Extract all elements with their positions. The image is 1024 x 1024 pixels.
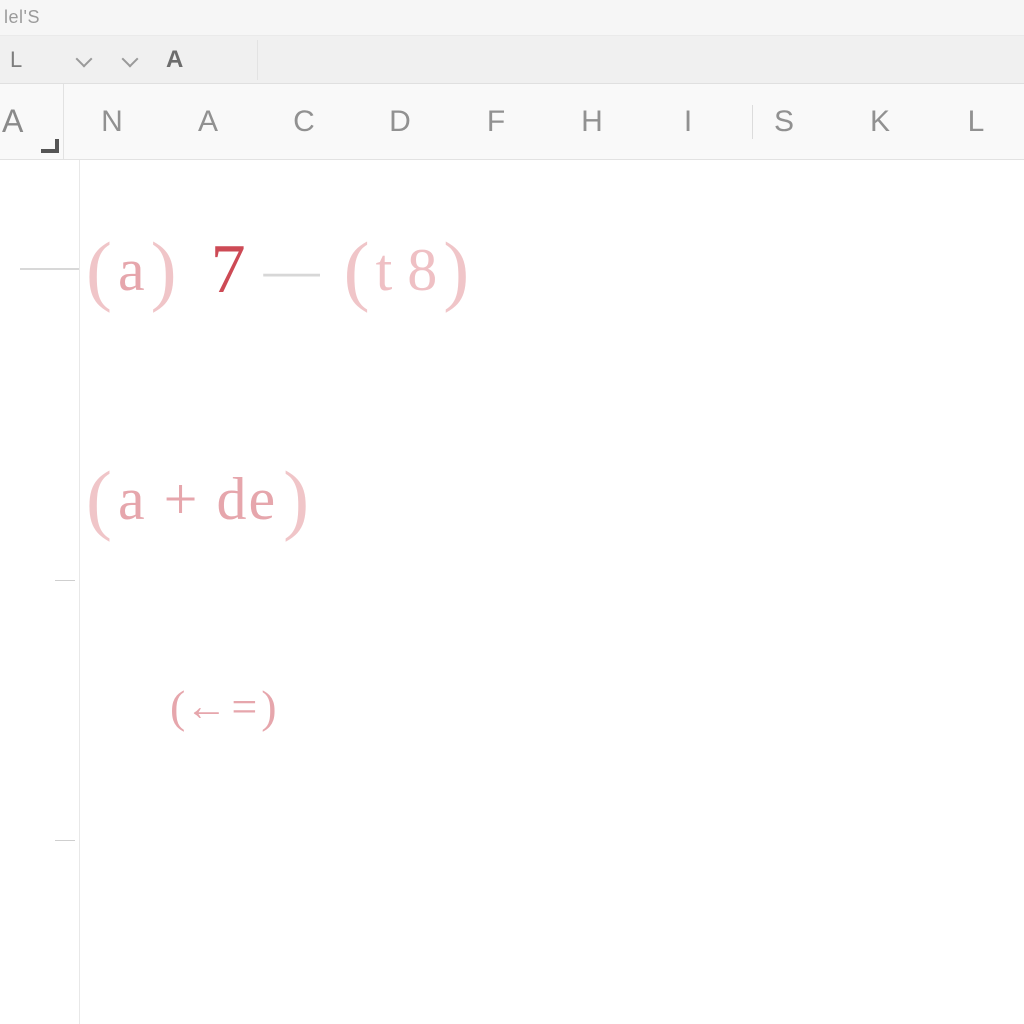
guide-line: [20, 268, 79, 270]
chevron-down-icon[interactable]: [74, 49, 96, 71]
column-header[interactable]: H: [544, 105, 640, 139]
column-header[interactable]: K: [832, 105, 928, 139]
toolbar-separator: [257, 40, 258, 80]
column-header[interactable]: D: [352, 105, 448, 139]
equation-line-2[interactable]: ( a + de ): [80, 460, 315, 538]
column-headers: N A C D F H I S K L: [64, 105, 1024, 139]
expression-a-plus-de: a + de: [118, 465, 277, 534]
corner-label: A: [2, 103, 23, 140]
left-ruler: [0, 160, 80, 1024]
column-header[interactable]: L: [928, 105, 1024, 139]
page-canvas[interactable]: ( a ) 7 — ( t 8 ) ( a + de ) ( ← = ): [0, 160, 1024, 1024]
ruler-tick: [55, 840, 75, 841]
equals-sign: =: [227, 680, 261, 733]
open-paren: (: [170, 680, 185, 733]
term-t8: t 8: [376, 236, 438, 305]
close-paren: ): [437, 231, 475, 309]
column-divider: [752, 105, 753, 139]
close-paren: ): [145, 231, 183, 309]
variable-a: a: [118, 236, 145, 305]
open-paren: (: [80, 231, 118, 309]
title-text: lel'S: [4, 7, 40, 28]
open-paren: (: [338, 231, 376, 309]
font-format-icon[interactable]: A: [166, 46, 183, 74]
close-paren: ): [261, 680, 276, 733]
corner-selector-icon: [41, 139, 59, 153]
number-seven: 7: [211, 230, 246, 310]
equation-line-3[interactable]: ( ← = ): [170, 680, 277, 733]
equation-line-1[interactable]: ( a ) 7 — ( t 8 ): [80, 230, 475, 310]
chevron-down-icon[interactable]: [120, 49, 142, 71]
document-content[interactable]: ( a ) 7 — ( t 8 ) ( a + de ) ( ← = ): [80, 160, 1024, 1024]
ruler-tick: [55, 580, 75, 581]
column-header[interactable]: S: [736, 105, 832, 139]
left-arrow-icon: ←: [185, 683, 227, 731]
column-header[interactable]: F: [448, 105, 544, 139]
header-corner[interactable]: A: [0, 84, 64, 159]
column-header-row: A N A C D F H I S K L: [0, 84, 1024, 160]
title-bar: lel'S: [0, 0, 1024, 36]
close-paren: ): [277, 460, 315, 538]
column-header[interactable]: C: [256, 105, 352, 139]
column-header[interactable]: I: [640, 105, 736, 139]
ribbon-toolbar: L A: [0, 36, 1024, 84]
toolbar-label: L: [10, 47, 50, 73]
column-header[interactable]: A: [160, 105, 256, 139]
column-header[interactable]: N: [64, 105, 160, 139]
minus-operator: —: [246, 238, 338, 302]
open-paren: (: [80, 460, 118, 538]
